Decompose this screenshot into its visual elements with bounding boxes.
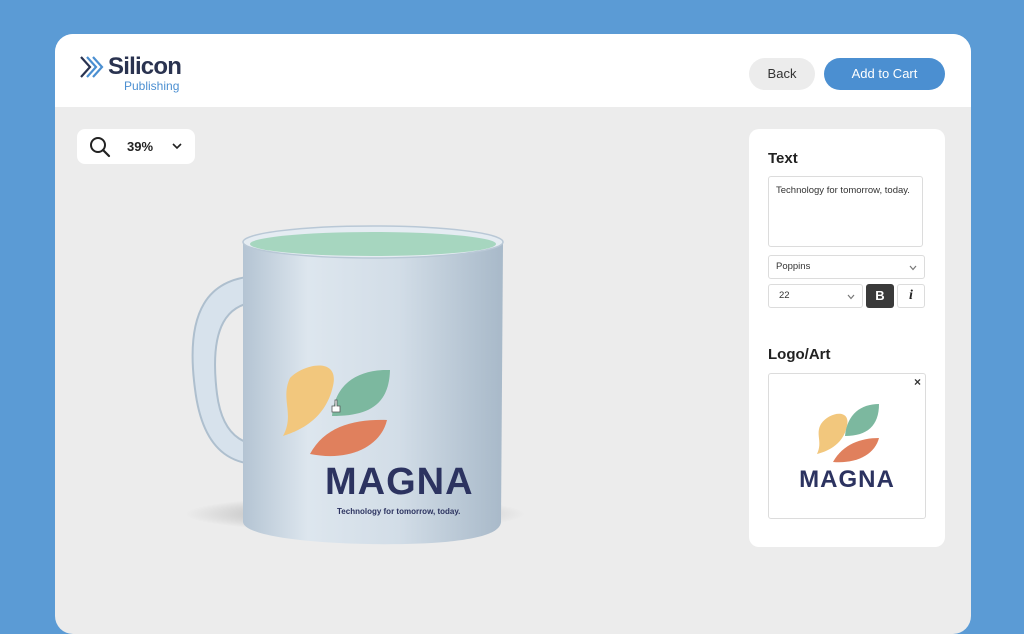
text-section-heading: Text: [768, 150, 798, 167]
header: Silicon Publishing Back Add to Cart: [55, 34, 971, 107]
remove-logo-button[interactable]: ×: [914, 375, 921, 389]
brand-sub: Publishing: [124, 79, 180, 93]
brand-logo[interactable]: Silicon Publishing: [79, 52, 199, 93]
bold-button[interactable]: B: [866, 284, 894, 308]
font-size-value: 22: [779, 290, 790, 301]
text-input[interactable]: Technology for tomorrow, today.: [768, 176, 923, 247]
zoom-value: 39%: [127, 139, 154, 154]
chevron-down-icon: [909, 265, 917, 271]
chevron-down-icon: [847, 294, 855, 300]
font-size-select[interactable]: 22: [768, 284, 863, 308]
mug-preview[interactable]: MAGNA Technology for tomorrow, today.: [185, 214, 585, 574]
chevrons-icon: [80, 56, 104, 78]
zoom-control[interactable]: 39%: [77, 129, 195, 164]
add-to-cart-button[interactable]: Add to Cart: [824, 58, 945, 90]
print-title: MAGNA: [325, 461, 474, 503]
customization-panel: Text Technology for tomorrow, today. Pop…: [749, 129, 945, 547]
magna-logo-thumbnail: [817, 404, 879, 463]
logo-thumbnail-word: MAGNA: [799, 466, 895, 493]
brand-name: Silicon: [108, 53, 182, 80]
chevron-down-icon: [172, 143, 182, 150]
app-window: Silicon Publishing Back Add to Cart 39%: [55, 34, 971, 634]
print-tagline: Technology for tomorrow, today.: [337, 507, 460, 516]
font-select-value: Poppins: [776, 261, 811, 272]
font-select[interactable]: Poppins: [768, 255, 925, 279]
logo-upload-box[interactable]: × MAGNA: [768, 373, 926, 519]
back-button[interactable]: Back: [749, 58, 815, 90]
mug-interior: [250, 232, 496, 256]
logo-section-heading: Logo/Art: [768, 346, 831, 363]
italic-button[interactable]: i: [897, 284, 925, 308]
magnifier-icon: [90, 137, 111, 158]
